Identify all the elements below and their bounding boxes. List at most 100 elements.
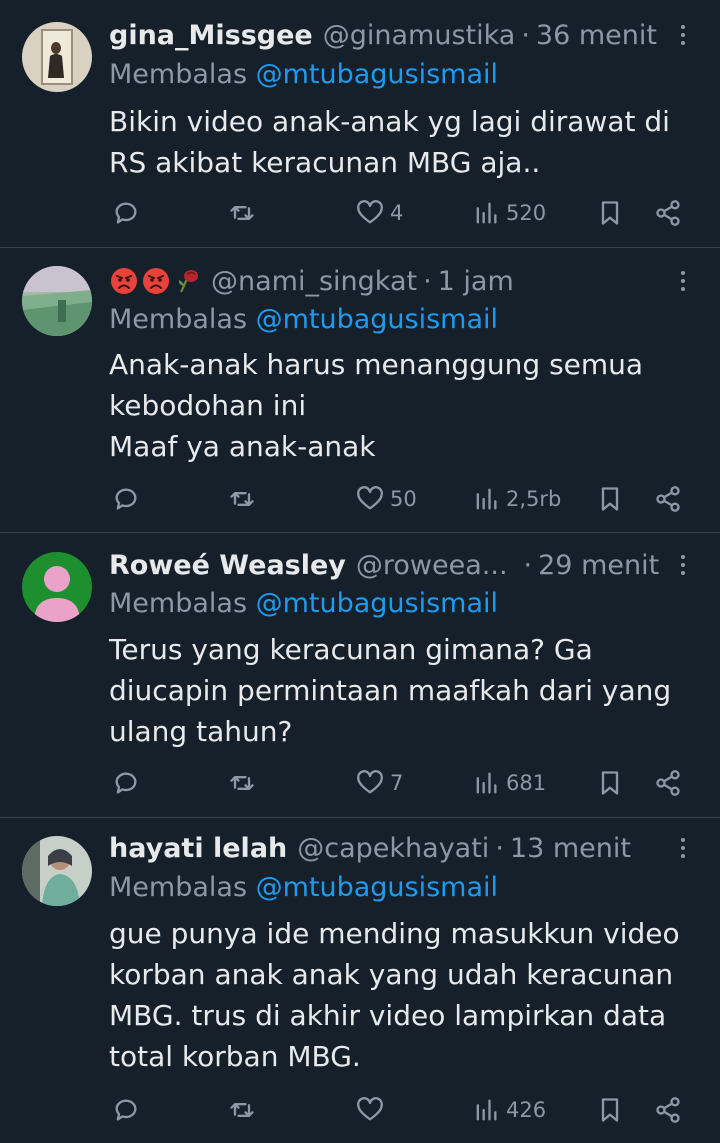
mention-link[interactable]: @mtubagusismail <box>256 588 498 619</box>
replying-prefix: Membalas <box>109 304 248 335</box>
replying-prefix: Membalas <box>109 588 248 619</box>
avatar[interactable] <box>22 836 92 906</box>
like-button[interactable] <box>356 1090 390 1130</box>
share-button[interactable] <box>654 1090 682 1130</box>
display-name[interactable] <box>109 266 205 296</box>
reply-icon <box>115 772 137 794</box>
reply-item[interactable]: hayati lelah @capekhayati · 13 menit Mem… <box>0 818 720 1143</box>
action-bar: 426 <box>0 1090 720 1130</box>
user-handle[interactable]: @ginamustika <box>323 20 516 51</box>
bookmark-button[interactable] <box>596 479 624 519</box>
display-name[interactable]: Roweé Weasley <box>109 550 346 581</box>
reply-button[interactable] <box>112 763 140 803</box>
replying-to: Membalas @mtubagusismail <box>109 584 498 624</box>
view-count: 426 <box>506 1098 547 1122</box>
more-icon[interactable] <box>668 15 698 55</box>
reply-header: gina_Missgee @ginamustika · 36 menit <box>109 15 660 55</box>
bookmark-button[interactable] <box>596 193 624 233</box>
reply-item[interactable]: Roweé Weasley @roweea... · 29 menit Memb… <box>0 533 720 818</box>
mention-link[interactable]: @mtubagusismail <box>256 59 498 90</box>
views-button[interactable]: 520 <box>472 193 546 233</box>
reply-button[interactable] <box>112 479 140 519</box>
wilted-rose-icon <box>173 266 203 296</box>
views-button[interactable]: 681 <box>472 763 546 803</box>
reply-header: @nami_singkat · 1 jam <box>109 261 660 301</box>
heart-icon <box>357 200 383 224</box>
like-button[interactable]: 7 <box>356 763 403 803</box>
reply-icon <box>115 1099 137 1121</box>
retweet-button[interactable] <box>228 193 256 233</box>
avatar[interactable] <box>22 266 92 336</box>
views-button[interactable]: 426 <box>472 1090 546 1130</box>
action-bar: 7 681 <box>0 763 720 803</box>
heart-icon <box>357 1097 383 1121</box>
separator-dot: · <box>523 549 533 581</box>
share-icon <box>656 770 680 796</box>
timestamp[interactable]: 1 jam <box>438 266 514 297</box>
like-count: 4 <box>390 201 404 225</box>
views-icon <box>476 202 497 224</box>
reply-icon <box>115 202 137 224</box>
like-count: 7 <box>390 771 404 795</box>
user-handle[interactable]: @nami_singkat <box>211 266 417 297</box>
pouting-face-icon <box>109 266 139 296</box>
separator-dot: · <box>521 19 530 51</box>
share-button[interactable] <box>654 763 682 803</box>
like-button[interactable]: 4 <box>356 193 403 233</box>
reply-header: hayati lelah @capekhayati · 13 menit <box>109 828 660 868</box>
like-button[interactable]: 50 <box>356 479 417 519</box>
bookmark-button[interactable] <box>596 763 624 803</box>
retweet-button[interactable] <box>228 763 256 803</box>
views-icon <box>476 488 497 510</box>
mention-link[interactable]: @mtubagusismail <box>256 304 498 335</box>
share-icon <box>656 200 680 226</box>
like-count: 50 <box>390 487 417 511</box>
more-icon[interactable] <box>668 828 698 868</box>
retweet-icon <box>230 492 254 506</box>
reply-button[interactable] <box>112 193 140 233</box>
reply-button[interactable] <box>112 1090 140 1130</box>
reply-text: Anak-anak harus menanggung semua kebodoh… <box>109 348 644 463</box>
user-handle[interactable]: @roweea... <box>356 550 508 581</box>
retweet-button[interactable] <box>228 479 256 519</box>
share-button[interactable] <box>654 193 682 233</box>
avatar[interactable] <box>22 552 92 622</box>
views-button[interactable]: 2,5rb <box>472 479 561 519</box>
display-name[interactable]: hayati lelah <box>109 833 287 864</box>
share-icon <box>656 1097 680 1123</box>
reply-text: Bikin video anak-anak yg lagi dirawat di… <box>109 105 670 179</box>
display-name[interactable]: gina_Missgee <box>109 20 313 51</box>
retweet-icon <box>230 206 254 220</box>
reply-item[interactable]: gina_Missgee @ginamustika · 36 menit Mem… <box>0 0 720 248</box>
reply-item[interactable]: @nami_singkat · 1 jam Membalas @mtubagus… <box>0 248 720 533</box>
more-icon[interactable] <box>668 261 698 301</box>
action-bar: 4 520 <box>0 193 720 233</box>
timestamp[interactable]: 29 menit <box>538 550 659 581</box>
heart-icon <box>357 486 383 510</box>
timestamp[interactable]: 36 menit <box>536 20 657 51</box>
pouting-face-icon <box>141 266 171 296</box>
bookmark-icon <box>601 487 619 511</box>
bookmark-icon <box>601 771 619 795</box>
view-count: 2,5rb <box>506 487 562 511</box>
user-handle[interactable]: @capekhayati <box>297 833 489 864</box>
bookmark-button[interactable] <box>596 1090 624 1130</box>
separator-dot: · <box>495 832 504 864</box>
avatar[interactable] <box>22 22 92 92</box>
views-icon <box>476 772 497 794</box>
mention-link[interactable]: @mtubagusismail <box>256 872 498 903</box>
action-bar: 50 2,5rb <box>0 479 720 519</box>
view-count: 681 <box>506 771 547 795</box>
retweet-icon <box>230 776 254 790</box>
views-icon <box>476 1099 497 1121</box>
share-button[interactable] <box>654 479 682 519</box>
retweet-button[interactable] <box>228 1090 256 1130</box>
more-icon[interactable] <box>668 545 698 585</box>
replying-to: Membalas @mtubagusismail <box>109 55 498 95</box>
retweet-icon <box>230 1103 254 1117</box>
reply-text: Terus yang keracunan gimana? Ga diucapin… <box>109 633 672 748</box>
bookmark-icon <box>601 1098 619 1122</box>
bookmark-icon <box>601 201 619 225</box>
timestamp[interactable]: 13 menit <box>510 833 631 864</box>
reply-text: gue punya ide mending masukkun video kor… <box>109 917 680 1073</box>
